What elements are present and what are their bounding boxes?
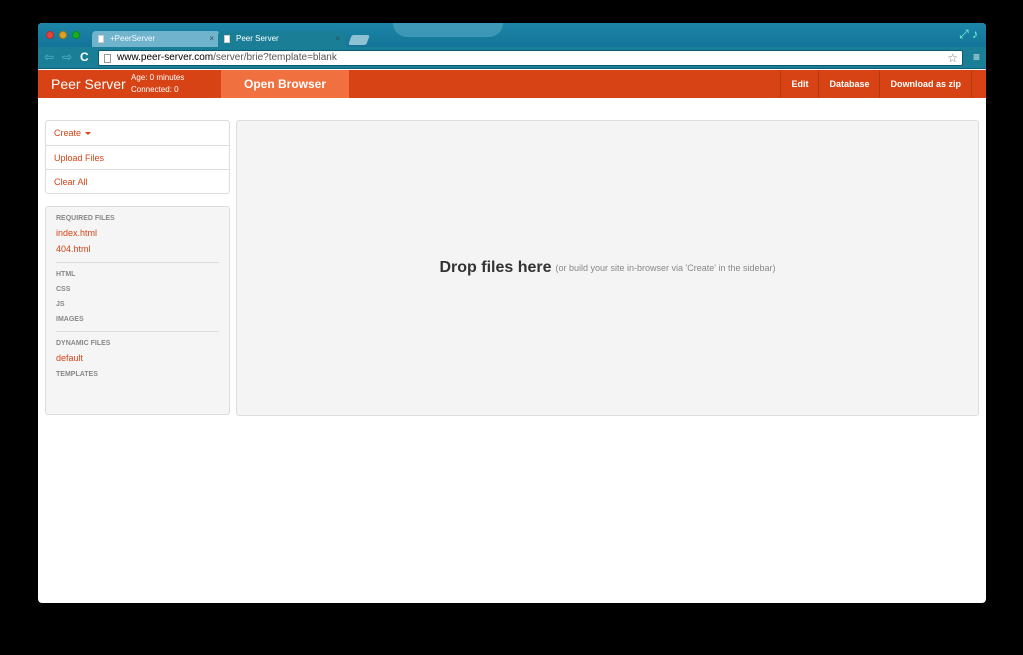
tab-peerserver-plus[interactable]: +PeerServer ×: [92, 31, 220, 47]
tab-title: +PeerServer: [110, 34, 156, 43]
reload-icon[interactable]: C: [80, 50, 89, 64]
tab-title: Peer Server: [236, 34, 279, 43]
required-files-heading: REQUIRED FILES: [56, 215, 115, 222]
url-domain: www.peer-server.com: [117, 52, 214, 63]
new-tab-button[interactable]: [348, 35, 370, 45]
url-path: /server/brie?template=blank: [213, 52, 337, 63]
drop-hint: (or build your site in-browser via 'Crea…: [555, 263, 776, 273]
dynamic-files-heading: DYNAMIC FILES: [56, 340, 111, 347]
browser-menu-icon[interactable]: ≡: [973, 50, 980, 64]
close-window-button[interactable]: [46, 31, 54, 39]
zoom-window-button[interactable]: [72, 31, 80, 39]
images-heading: IMAGES: [56, 316, 84, 323]
address-bar[interactable]: www.peer-server.com/server/brie?template…: [98, 50, 963, 66]
app-navbar: Peer Server Age: 0 minutes Connected: 0 …: [38, 70, 986, 98]
html-heading: HTML: [56, 271, 76, 278]
create-label: Create: [54, 128, 82, 138]
extension-icons[interactable]: ⤢ ♪: [959, 27, 978, 42]
server-stats: Age: 0 minutes Connected: 0: [131, 72, 184, 96]
age-stat: Age: 0 minutes: [131, 73, 185, 82]
document-icon: [224, 35, 230, 43]
open-browser-button[interactable]: Open Browser: [221, 70, 349, 98]
sidebar-actions: Create Upload Files Clear All: [45, 120, 230, 194]
bookmark-star-icon[interactable]: ☆: [947, 51, 958, 65]
database-link[interactable]: Database: [818, 70, 879, 98]
forward-arrow-icon[interactable]: ⇨: [62, 50, 72, 64]
download-zip-link[interactable]: Download as zip: [879, 70, 972, 98]
brand-link[interactable]: Peer Server: [51, 76, 126, 92]
file-link-default[interactable]: default: [56, 353, 219, 363]
create-dropdown[interactable]: Create: [46, 121, 229, 145]
tab-close-icon[interactable]: ×: [209, 31, 214, 47]
page-icon: [104, 54, 111, 63]
divider: [56, 262, 219, 263]
file-link-index[interactable]: index.html: [56, 228, 219, 238]
caret-down-icon: [85, 132, 92, 136]
nav-right: Edit Database Download as zip: [780, 70, 972, 98]
css-heading: CSS: [56, 286, 71, 293]
file-drop-zone[interactable]: Drop files here (or build your site in-b…: [236, 120, 979, 416]
minimize-window-button[interactable]: [59, 31, 67, 39]
document-icon: [98, 35, 104, 43]
back-arrow-icon[interactable]: ⇦: [44, 50, 54, 64]
edit-link[interactable]: Edit: [780, 70, 818, 98]
divider: [56, 331, 219, 332]
file-list-panel: REQUIRED FILES index.html 404.html HTML …: [45, 206, 230, 415]
upload-files-button[interactable]: Upload Files: [46, 145, 229, 169]
titlebar: +PeerServer × Peer Server × ⤢ ♪: [38, 23, 986, 47]
tab-close-icon[interactable]: ×: [335, 31, 340, 47]
browser-toolbar: ⇦ ⇨ C www.peer-server.com/server/brie?te…: [38, 47, 986, 69]
theme-decoration: [393, 23, 503, 37]
templates-heading: TEMPLATES: [56, 371, 98, 378]
connected-stat: Connected: 0: [131, 85, 179, 94]
drop-title: Drop files here: [439, 259, 552, 276]
file-link-404[interactable]: 404.html: [56, 244, 219, 254]
browser-window: +PeerServer × Peer Server × ⤢ ♪ ⇦ ⇨ C ww…: [38, 23, 986, 603]
js-heading: JS: [56, 301, 65, 308]
clear-all-button[interactable]: Clear All: [46, 169, 229, 193]
tab-peer-server[interactable]: Peer Server ×: [218, 31, 346, 47]
